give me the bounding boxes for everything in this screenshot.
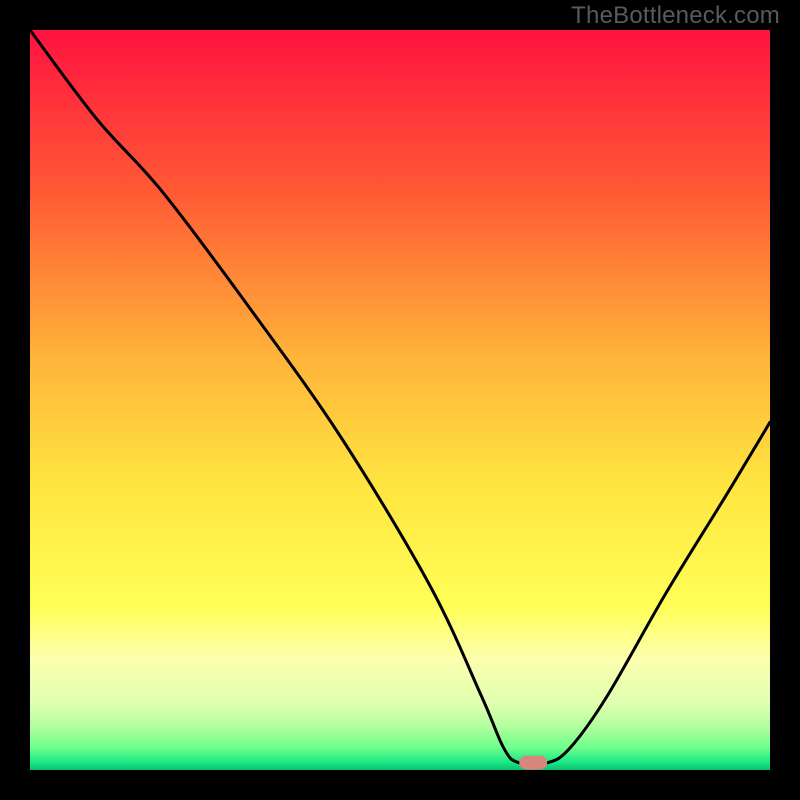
chart-container: TheBottleneck.com [0, 0, 800, 800]
chart-background [30, 30, 770, 770]
chart-svg [30, 30, 770, 770]
watermark-text: TheBottleneck.com [571, 2, 780, 30]
optimal-marker [519, 756, 547, 770]
plot-area [30, 30, 770, 770]
